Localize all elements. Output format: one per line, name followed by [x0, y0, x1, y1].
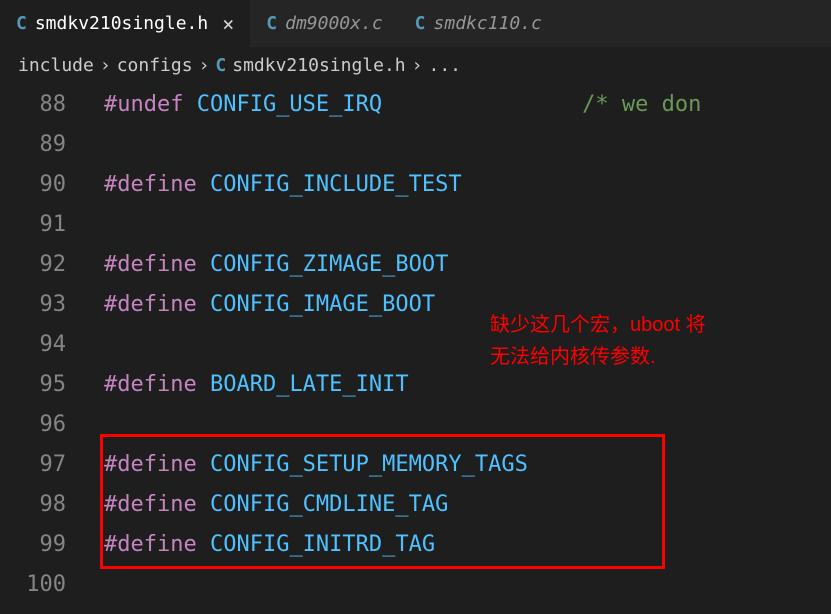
tab-smdkv210single[interactable]: C smdkv210single.h ×: [0, 0, 250, 47]
chevron-right-icon: ›: [412, 55, 423, 76]
c-file-icon: C: [16, 13, 27, 34]
code-line[interactable]: 93 #define CONFIG_IMAGE_BOOT: [0, 284, 831, 324]
line-number: 96: [0, 412, 90, 437]
breadcrumb-file[interactable]: smdkv210single.h: [232, 55, 405, 76]
tab-smdkc110[interactable]: C smdkc110.c: [399, 0, 558, 47]
line-number: 98: [0, 492, 90, 517]
line-number: 94: [0, 332, 90, 357]
tab-label: smdkv210single.h: [35, 13, 208, 34]
line-number: 97: [0, 452, 90, 477]
code-content: #define CONFIG_INCLUDE_TEST: [90, 172, 462, 197]
code-line[interactable]: 90 #define CONFIG_INCLUDE_TEST: [0, 164, 831, 204]
line-number: 89: [0, 132, 90, 157]
line-number: 95: [0, 372, 90, 397]
code-content: #define CONFIG_INITRD_TAG: [90, 532, 435, 557]
line-number: 88: [0, 92, 90, 117]
code-line[interactable]: 98 #define CONFIG_CMDLINE_TAG: [0, 484, 831, 524]
code-content: #define CONFIG_CMDLINE_TAG: [90, 492, 448, 517]
code-content: #undef CONFIG_USE_IRQ/* we don: [90, 92, 701, 117]
tab-label: dm9000x.c: [285, 13, 383, 34]
annotation-text: 缺少这几个宏，uboot 将 无法给内核传参数.: [490, 309, 706, 373]
line-number: 99: [0, 532, 90, 557]
tab-label: smdkc110.c: [434, 13, 542, 34]
code-content: #define CONFIG_ZIMAGE_BOOT: [90, 252, 448, 277]
line-number: 91: [0, 212, 90, 237]
code-line[interactable]: 100: [0, 564, 831, 604]
line-number: 92: [0, 252, 90, 277]
c-file-icon: C: [215, 55, 226, 76]
code-line[interactable]: 91: [0, 204, 831, 244]
c-file-icon: C: [415, 13, 426, 34]
code-line[interactable]: 95 #define BOARD_LATE_INIT: [0, 364, 831, 404]
code-line[interactable]: 96: [0, 404, 831, 444]
c-file-icon: C: [266, 13, 277, 34]
line-number: 93: [0, 292, 90, 317]
code-line[interactable]: 97 #define CONFIG_SETUP_MEMORY_TAGS: [0, 444, 831, 484]
code-content: #define CONFIG_IMAGE_BOOT: [90, 292, 435, 317]
code-line[interactable]: 89: [0, 124, 831, 164]
code-line[interactable]: 99 #define CONFIG_INITRD_TAG: [0, 524, 831, 564]
breadcrumb-part[interactable]: include: [18, 55, 94, 76]
close-icon[interactable]: ×: [222, 12, 234, 36]
code-line[interactable]: 94: [0, 324, 831, 364]
code-content: #define BOARD_LATE_INIT: [90, 372, 409, 397]
breadcrumb[interactable]: include › configs › C smdkv210single.h ›…: [0, 47, 831, 84]
tab-bar: C smdkv210single.h × C dm9000x.c C smdkc…: [0, 0, 831, 47]
breadcrumb-part[interactable]: configs: [117, 55, 193, 76]
code-content: #define CONFIG_SETUP_MEMORY_TAGS: [90, 452, 528, 477]
chevron-right-icon: ›: [199, 55, 210, 76]
chevron-right-icon: ›: [100, 55, 111, 76]
code-line[interactable]: 88 #undef CONFIG_USE_IRQ/* we don: [0, 84, 831, 124]
breadcrumb-more[interactable]: ...: [428, 55, 461, 76]
tab-dm9000x[interactable]: C dm9000x.c: [250, 0, 398, 47]
line-number: 90: [0, 172, 90, 197]
code-editor[interactable]: 88 #undef CONFIG_USE_IRQ/* we don 89 90 …: [0, 84, 831, 604]
line-number: 100: [0, 572, 90, 597]
code-line[interactable]: 92 #define CONFIG_ZIMAGE_BOOT: [0, 244, 831, 284]
